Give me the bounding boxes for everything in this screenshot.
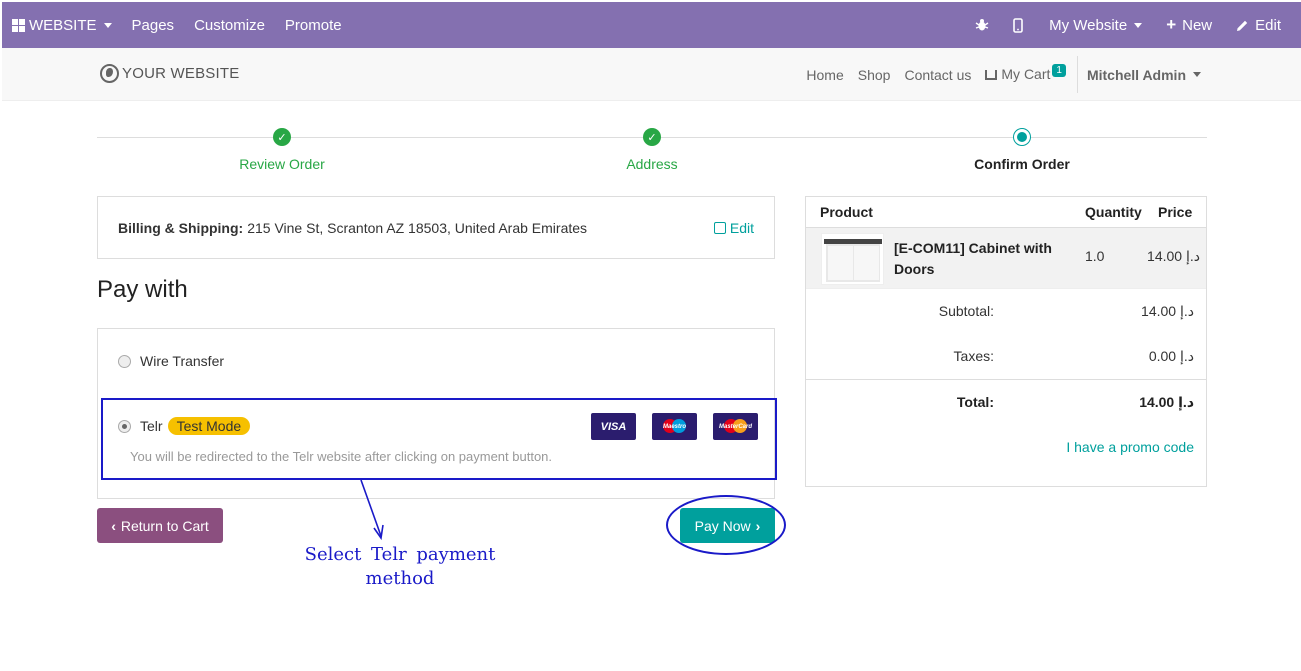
- website-menu[interactable]: WEBSITE: [2, 2, 122, 48]
- pay-with-heading: Pay with: [97, 276, 188, 303]
- user-menu[interactable]: Mitchell Admin: [1076, 56, 1301, 93]
- website-menu-label: WEBSITE: [29, 16, 97, 34]
- summary-header: Product Quantity Price: [806, 197, 1206, 228]
- order-summary: Product Quantity Price [E-COM11] Cabinet…: [805, 196, 1207, 487]
- col-quantity: Quantity: [1085, 204, 1142, 220]
- taxes-value: 0.00 د.إ: [1148, 348, 1194, 364]
- admin-topbar: WEBSITE Pages Customize Promote My Websi…: [2, 2, 1301, 48]
- my-website-label: My Website: [1049, 16, 1128, 34]
- payment-option-wire-transfer[interactable]: Wire Transfer: [118, 353, 224, 369]
- subtotal-label: Subtotal:: [938, 303, 994, 319]
- edit-button[interactable]: Edit: [1224, 2, 1293, 48]
- taxes-label: Taxes:: [953, 348, 994, 364]
- cart-label: My Cart: [1001, 66, 1051, 82]
- maestro-text: Maestro: [662, 423, 686, 430]
- product-quantity: 1.0: [1085, 248, 1105, 264]
- annotation-arrow-icon: [360, 479, 384, 541]
- annotation-ellipse: [666, 495, 786, 555]
- col-price: Price: [1158, 204, 1193, 220]
- check-icon: ✓: [273, 128, 291, 146]
- edit-address-link[interactable]: Edit: [713, 219, 754, 236]
- total-value: 14.00 د.إ: [1139, 394, 1194, 410]
- annotation-highlight-rect: [101, 398, 777, 480]
- edit-icon: [713, 221, 726, 234]
- site-logo[interactable]: YOUR WEBSITE: [100, 64, 239, 83]
- current-step-dot-icon: [1013, 128, 1031, 146]
- caret-down-icon: [1193, 72, 1201, 77]
- apps-grid-icon: [12, 18, 25, 32]
- new-button[interactable]: + New: [1154, 2, 1224, 48]
- main-nav: Home Shop Contact us My Cart 1 Mitchell A…: [799, 48, 1301, 101]
- subtotal-value: 14.00 د.إ: [1141, 303, 1194, 319]
- total-label: Total:: [956, 394, 994, 410]
- globe-icon: [100, 64, 119, 83]
- cart-icon: [985, 70, 998, 80]
- pages-menu[interactable]: Pages: [122, 2, 185, 48]
- product-price: 14.00 د.إ: [1147, 248, 1200, 264]
- return-to-cart-button[interactable]: ‹ Return to Cart: [97, 508, 223, 543]
- product-name[interactable]: [E-COM11] Cabinet with Doors: [894, 238, 1064, 280]
- product-image[interactable]: [821, 233, 884, 285]
- table-row: [E-COM11] Cabinet with Doors 1.0 14.00 د…: [806, 228, 1206, 289]
- annotation-line-1: Select Telr payment: [304, 544, 496, 565]
- step-review-order[interactable]: ✓ Review Order: [182, 128, 382, 172]
- user-name: Mitchell Admin: [1086, 66, 1186, 83]
- debug-bug-icon[interactable]: [965, 2, 999, 48]
- return-label: Return to Cart: [120, 517, 209, 534]
- step-address[interactable]: ✓ Address: [552, 128, 752, 172]
- new-label: New: [1182, 16, 1213, 34]
- logo-text: YOUR WEBSITE: [122, 65, 240, 82]
- nav-shop[interactable]: Shop: [851, 67, 898, 83]
- pencil-icon: [1237, 20, 1248, 31]
- col-product: Product: [820, 204, 873, 220]
- chevron-left-icon: ‹: [111, 517, 116, 534]
- step-confirm-order: Confirm Order: [922, 128, 1122, 172]
- cart-count-badge: 1: [1052, 64, 1066, 77]
- annotation-line-2: method: [365, 568, 435, 589]
- billing-shipping-box: Billing & Shipping: 215 Vine St, Scranto…: [97, 196, 775, 259]
- billing-label: Billing & Shipping:: [118, 219, 244, 236]
- billing-address: 215 Vine St, Scranton AZ 18503, United A…: [247, 219, 588, 236]
- mastercard-text: MasterCard: [718, 423, 752, 430]
- my-website-menu[interactable]: My Website: [1037, 2, 1154, 48]
- step-label: Confirm Order: [974, 156, 1070, 172]
- customize-menu[interactable]: Customize: [184, 2, 275, 48]
- promo-code-link[interactable]: I have a promo code: [1066, 439, 1194, 455]
- nav-home[interactable]: Home: [799, 67, 850, 83]
- caret-down-icon: [1134, 22, 1143, 28]
- annotation-text: Select Telr payment method: [300, 543, 500, 591]
- edit-label: Edit: [729, 219, 754, 236]
- plus-icon: +: [1166, 15, 1177, 34]
- nav-contact[interactable]: Contact us: [897, 67, 978, 83]
- promote-menu[interactable]: Promote: [275, 2, 352, 48]
- radio-button[interactable]: [118, 354, 131, 368]
- payment-option-label: Wire Transfer: [140, 353, 225, 369]
- total-divider: [806, 379, 1206, 380]
- caret-down-icon: [103, 22, 112, 28]
- step-label: Review Order: [239, 156, 325, 172]
- check-icon: ✓: [643, 128, 661, 146]
- nav-cart[interactable]: My Cart 1: [978, 64, 1073, 83]
- edit-label: Edit: [1255, 16, 1281, 34]
- mobile-preview-icon[interactable]: [999, 2, 1037, 48]
- step-label: Address: [626, 156, 678, 172]
- site-header: YOUR WEBSITE Home Shop Contact us My Car…: [2, 48, 1301, 101]
